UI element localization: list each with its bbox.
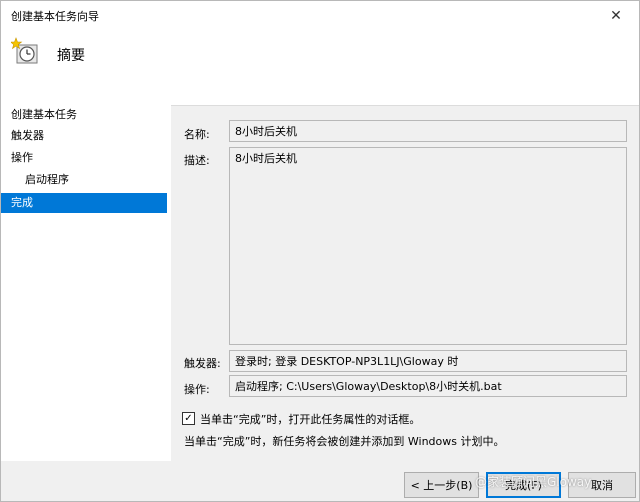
checkmark-icon: ✓	[184, 412, 193, 424]
wizard-header: 摘要	[1, 31, 639, 105]
trigger-field[interactable]: 登录时; 登录 DESKTOP-NP3L1LJ\Gloway 时	[229, 350, 627, 372]
trigger-label: 触发器:	[184, 357, 221, 370]
description-label: 描述:	[184, 154, 210, 167]
title-bar: 创建基本任务向导 ✕	[1, 1, 639, 31]
close-button[interactable]: ✕	[593, 1, 639, 31]
action-field[interactable]: 启动程序; C:\Users\Gloway\Desktop\8小时关机.bat	[229, 375, 627, 397]
nav-step-action[interactable]: 操作	[1, 148, 167, 168]
wizard-window: 创建基本任务向导 ✕ 摘要 创建基本任务 触发器 操作 启动程序 完成 名称: …	[0, 0, 640, 502]
action-label: 操作:	[184, 383, 210, 396]
nav-step-trigger[interactable]: 触发器	[1, 126, 167, 146]
wizard-step-nav: 创建基本任务 触发器 操作 启动程序 完成	[1, 105, 171, 461]
name-label: 名称:	[184, 128, 210, 141]
back-button[interactable]: < 上一步(B)	[404, 472, 479, 498]
page-title: 摘要	[57, 48, 85, 64]
clock-task-icon	[11, 37, 38, 64]
nav-step-start-program[interactable]: 启动程序	[1, 170, 167, 190]
close-icon: ✕	[610, 8, 622, 24]
finish-button[interactable]: 完成(F)	[486, 472, 561, 498]
nav-step-finish[interactable]: 完成	[1, 193, 167, 213]
nav-step-create-basic-task[interactable]: 创建基本任务	[1, 105, 167, 125]
open-properties-checkbox[interactable]: ✓	[182, 412, 195, 425]
open-properties-label[interactable]: 当单击“完成”时，打开此任务属性的对话框。	[200, 411, 420, 427]
description-field[interactable]: 8小时后关机	[229, 147, 627, 345]
window-title: 创建基本任务向导	[11, 10, 99, 23]
name-field[interactable]: 8小时后关机	[229, 120, 627, 142]
finish-info-text: 当单击“完成”时，新任务将会被创建并添加到 Windows 计划中。	[184, 435, 505, 448]
cancel-button[interactable]: 取消	[568, 472, 636, 498]
